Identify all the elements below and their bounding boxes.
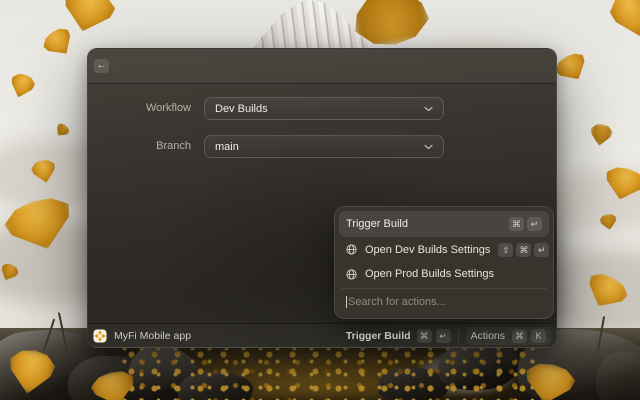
workflow-label: Workflow [88,97,191,120]
action-search-input[interactable] [348,296,542,308]
k-key-icon: K [531,329,546,343]
actions-popup: Trigger Build ⌘ ↵ Open Dev Builds Settin… [334,206,554,319]
leaf-decoration [588,122,613,147]
footer-bar: MyFi Mobile app Trigger Build ⌘ ↵ Action… [88,323,556,347]
footer-primary-label: Trigger Build [346,330,411,342]
branch-label: Branch [88,135,191,158]
action-label: Open Dev Builds Settings [365,244,490,256]
footer-actions-button[interactable]: Actions ⌘ K [466,327,551,345]
footer-actions-label: Actions [471,330,505,342]
window-header: ← [88,49,556,84]
command-key-icon: ⌘ [509,217,524,231]
workflow-select[interactable]: Dev Builds [204,97,444,120]
app-window: ← Workflow Dev Builds Branch main Trigge… [87,48,557,348]
footer-divider [458,330,459,342]
return-key-icon: ↵ [534,243,549,257]
wallpaper: ← Workflow Dev Builds Branch main Trigge… [0,0,640,400]
action-item-open-dev-builds-settings[interactable]: Open Dev Builds Settings ⇧ ⌘ ↵ [339,237,549,262]
popup-divider [341,288,547,289]
back-arrow-icon: ← [97,60,107,71]
action-item-trigger-build[interactable]: Trigger Build ⌘ ↵ [339,211,549,237]
return-key-icon: ↵ [436,329,451,343]
leaf-decoration [605,0,640,44]
command-key-icon: ⌘ [516,243,531,257]
command-key-icon: ⌘ [512,329,527,343]
workflow-value: Dev Builds [215,103,424,115]
action-label: Open Prod Builds Settings [365,268,542,280]
branch-select[interactable]: main [204,135,444,158]
action-label: Trigger Build [346,218,501,230]
fallen-leaves-decoration [120,346,540,400]
back-button[interactable]: ← [94,59,109,73]
globe-icon [346,244,357,255]
leaf-decoration [552,49,593,88]
shift-key-icon: ⇧ [498,243,513,257]
myfi-app-icon [93,329,107,343]
text-cursor [346,296,347,308]
leaf-decoration [7,71,37,101]
app-name: MyFi Mobile app [114,330,191,342]
return-key-icon: ↵ [527,217,542,231]
app-identity: MyFi Mobile app [93,329,346,343]
command-key-icon: ⌘ [417,329,432,343]
leaf-decoration [39,24,78,63]
globe-icon [346,269,357,280]
branch-value: main [215,141,424,153]
leaf-decoration [52,121,71,140]
chevron-down-icon [424,106,433,112]
shortcut-keys: ⌘ ↵ [509,217,542,231]
footer-trigger-build-button[interactable]: Trigger Build ⌘ ↵ [346,329,451,343]
shortcut-keys: ⇧ ⌘ ↵ [498,243,549,257]
action-item-open-prod-builds-settings[interactable]: Open Prod Builds Settings [339,262,549,287]
chevron-down-icon [424,144,433,150]
action-search-row [339,289,549,314]
